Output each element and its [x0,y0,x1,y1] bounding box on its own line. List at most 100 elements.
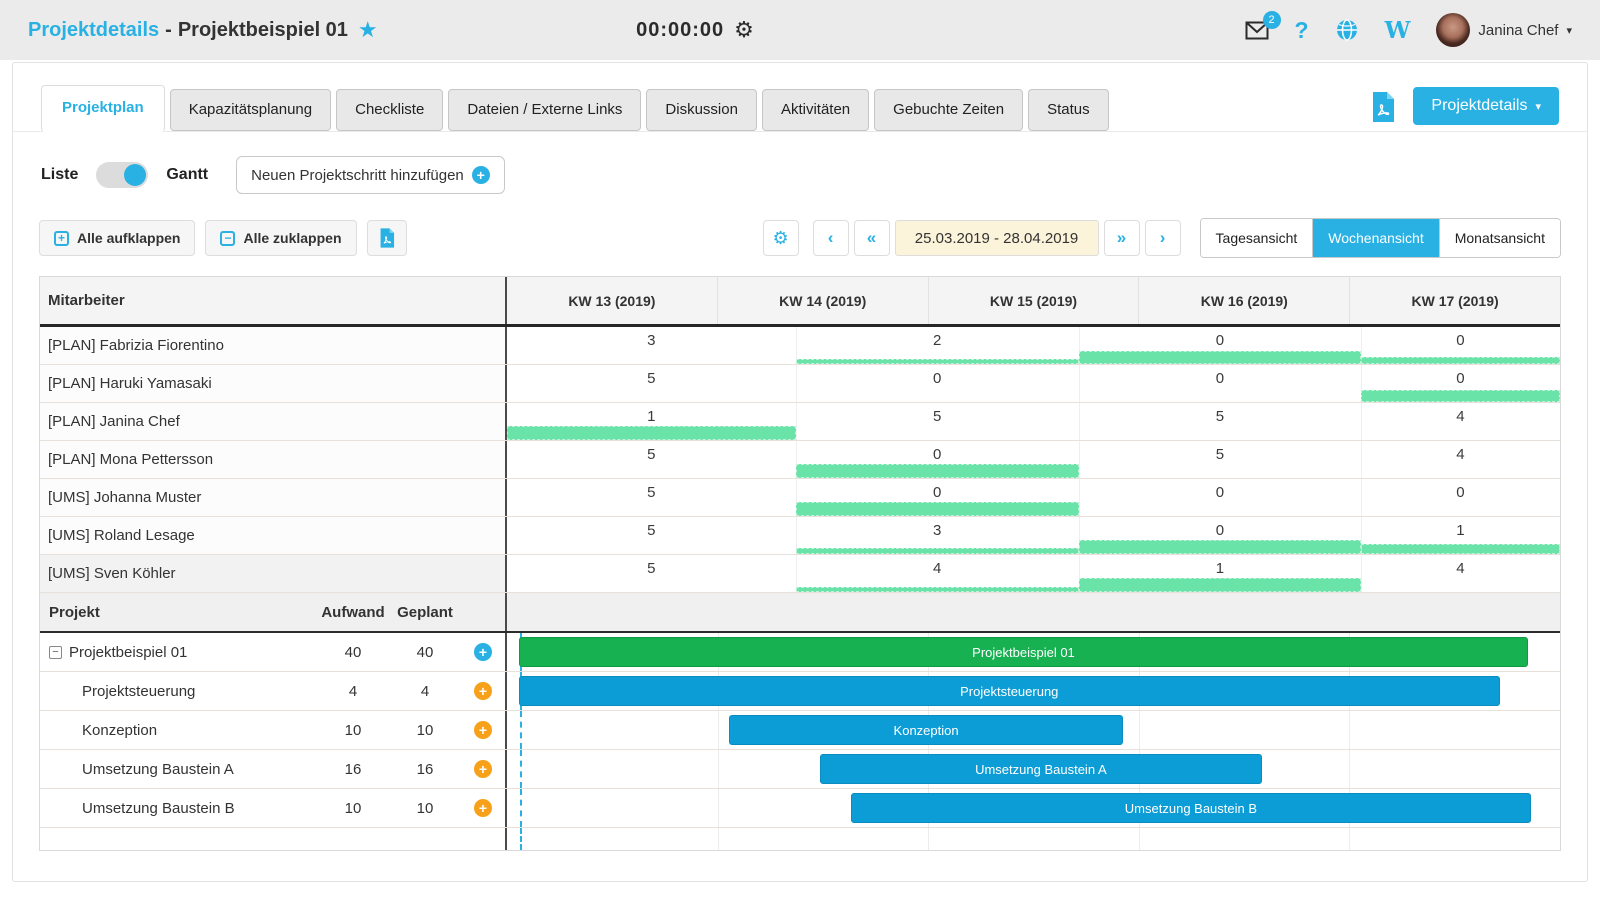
tab-gebuchte-zeiten[interactable]: Gebuchte Zeiten [874,89,1023,131]
capacity-bar [796,359,1079,364]
export-pdf-button[interactable] [1369,91,1397,123]
gantt-label: Gantt [166,166,208,184]
capacity-gantt-table: Mitarbeiter KW 13 (2019)KW 14 (2019)KW 1… [39,276,1561,851]
favorite-star-icon[interactable]: ★ [358,17,378,43]
prev-period-button[interactable]: « [854,220,890,256]
project-row-left: Konzeption1010+ [40,711,507,749]
employee-timeline: 5301 [507,517,1560,554]
employee-timeline: 1554 [507,403,1560,440]
capacity-value: 5 [796,408,1079,425]
project-row-left: Umsetzung Baustein A1616+ [40,750,507,788]
week-gridline [1139,711,1140,749]
add-substep-button[interactable]: + [474,643,492,661]
employee-row: [PLAN] Mona Pettersson5054 [40,441,1560,479]
project-row-left: Umsetzung Baustein B1010+ [40,789,507,827]
capacity-bar [507,426,796,440]
project-row: −Projektbeispiel 014040+Projektbeispiel … [40,633,1560,672]
project-step-label: Umsetzung Baustein A [82,761,234,778]
add-project-step-button[interactable]: Neuen Projektschritt hinzufügen + [236,156,505,194]
week-header-row: KW 13 (2019)KW 14 (2019)KW 15 (2019)KW 1… [507,277,1560,324]
employee-row: [PLAN] Fabrizia Fiorentino3200 [40,327,1560,365]
add-substep-button[interactable]: + [474,682,492,700]
title-separator: - [165,19,172,42]
gantt-settings-button[interactable]: ⚙ [763,220,799,256]
employee-timeline: 5000 [507,365,1560,402]
planned-value: 10 [389,722,461,739]
toggle-knob [124,164,146,186]
capacity-bar [1361,357,1560,364]
project-row: Umsetzung Baustein B1010+Umsetzung Baust… [40,789,1560,828]
employee-timeline: 5414 [507,555,1560,592]
capacity-value: 4 [1361,560,1560,577]
capacity-bar [1361,390,1560,402]
prev-week-button[interactable]: ‹ [813,220,849,256]
tab-diskussion[interactable]: Diskussion [646,89,757,131]
breadcrumb-link[interactable]: Projektdetails [28,19,159,42]
employee-name: [PLAN] Janina Chef [40,403,507,440]
list-gantt-toggle[interactable] [96,162,148,188]
week-gridline [718,828,719,850]
help-icon: ? [1295,17,1309,44]
tab-projektplan[interactable]: Projektplan [41,85,165,132]
gantt-bar[interactable]: Projektbeispiel 01 [519,637,1529,667]
language-button[interactable] [1335,18,1359,42]
add-substep-button[interactable]: + [474,721,492,739]
wiki-button[interactable]: W [1385,17,1411,44]
gantt-bar[interactable]: Projektsteuerung [519,676,1500,706]
capacity-value: 5 [507,560,796,577]
next-period-button[interactable]: » [1104,220,1140,256]
capacity-value: 0 [1361,332,1560,349]
collapse-toggle-icon[interactable]: − [49,646,62,659]
plus-square-icon: + [54,231,69,246]
project-timeline: Projektsteuerung [507,672,1560,710]
planned-value: 4 [389,683,461,700]
project-timeline: Umsetzung Baustein A [507,750,1560,788]
projektdetails-button[interactable]: Projektdetails ▾ [1413,87,1559,125]
project-step-label: Projektsteuerung [82,683,195,700]
bottom-strip [40,828,1560,850]
add-substep-button[interactable]: + [474,760,492,778]
capacity-bar [1361,544,1560,554]
tab-checkliste[interactable]: Checkliste [336,89,443,131]
capacity-bar [796,548,1079,554]
gantt-bar[interactable]: Konzeption [729,715,1123,745]
project-step-name: Konzeption [40,722,317,739]
collapse-all-button[interactable]: − Alle zuklappen [205,220,356,256]
project-step-label: Umsetzung Baustein B [82,800,235,817]
timer-gear-icon[interactable]: ⚙ [734,17,754,43]
chevron-down-icon: ▾ [1535,100,1541,113]
gantt-bar[interactable]: Umsetzung Baustein A [820,754,1262,784]
next-week-button[interactable]: › [1145,220,1181,256]
view-monatsansicht[interactable]: Monatsansicht [1439,219,1560,257]
week-header: KW 14 (2019) [717,277,928,324]
project-row: Umsetzung Baustein A1616+Umsetzung Baust… [40,750,1560,789]
view-tagesansicht[interactable]: Tagesansicht [1201,219,1313,257]
employee-timeline: 5000 [507,479,1560,516]
employee-rows: [PLAN] Fabrizia Fiorentino3200[PLAN] Har… [40,327,1560,593]
expand-all-label: Alle aufklappen [77,230,180,246]
week-gridline [1139,828,1140,850]
project-step-name: Projektsteuerung [40,683,317,700]
time-tracker: 00:00:00 [636,19,724,42]
tab-aktivit-ten[interactable]: Aktivitäten [762,89,869,131]
messages-badge: 2 [1263,11,1281,29]
user-menu[interactable]: Janina Chef ▾ [1436,13,1572,47]
gantt-bar[interactable]: Umsetzung Baustein B [851,793,1530,823]
employee-name: [UMS] Roland Lesage [40,517,507,554]
effort-column-header: Aufwand [317,604,389,621]
capacity-value: 5 [1079,446,1361,463]
tab-dateien-externe-links[interactable]: Dateien / Externe Links [448,89,641,131]
tab-status[interactable]: Status [1028,89,1109,131]
main-panel: ProjektplanKapazitätsplanungChecklisteDa… [12,62,1588,882]
tab-kapazit-tsplanung[interactable]: Kapazitätsplanung [170,89,331,131]
expand-all-button[interactable]: + Alle aufklappen [39,220,195,256]
capacity-value: 3 [507,332,796,349]
help-button[interactable]: ? [1295,17,1309,44]
date-range-field[interactable]: 25.03.2019 - 28.04.2019 [895,220,1099,256]
planned-value: 10 [389,800,461,817]
view-wochenansicht[interactable]: Wochenansicht [1312,219,1438,257]
export-gantt-pdf-button[interactable] [367,220,407,256]
add-substep-button[interactable]: + [474,799,492,817]
messages-button[interactable]: 2 [1245,21,1269,40]
effort-value: 10 [317,722,389,739]
